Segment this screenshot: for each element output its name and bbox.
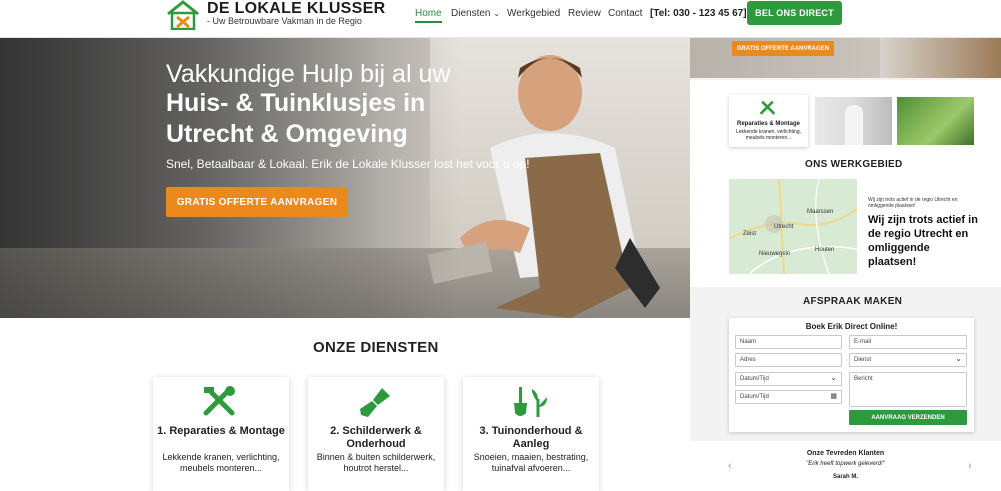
booking-form-title: Boek Erik Direct Online! <box>805 322 898 331</box>
service-area-map[interactable]: Utrecht Zeist Maarssen Nieuwegein Houten <box>729 179 857 274</box>
address-input[interactable]: Adres <box>735 353 842 367</box>
shovel-plant-icon <box>514 387 547 417</box>
name-input[interactable]: Naam <box>735 335 842 349</box>
hero-quote-button[interactable]: GRATIS OFFERTE AANVRAGEN <box>166 187 348 217</box>
map-label-zeist: Zeist <box>743 231 757 237</box>
paintbrush-icon <box>360 388 390 417</box>
map-label-nieuwegein: Nieuwegein <box>759 251 791 257</box>
hero-heading-line1: Vakkundige Hulp bij al uw <box>166 60 451 88</box>
service-card-repairs[interactable]: 1. Reparaties & Montage Lekkende kranen,… <box>153 377 289 491</box>
services-title: ONZE DIENSTEN <box>313 339 439 356</box>
werkgebied-small-text: Wij zijn trots actief in de regio Utrech… <box>868 197 958 209</box>
garden-photo-thumbnail[interactable] <box>897 97 974 145</box>
service-card-desc: Snoeien, maaien, bestrating, tuinafval a… <box>473 452 589 473</box>
testimonials-title: Onze Tevreden Klanten <box>806 450 885 457</box>
logo-tagline: - Uw Betrouwbare Vakman in de Regio <box>207 16 362 26</box>
map-label-utrecht: Utrecht <box>774 224 794 230</box>
service-select[interactable]: Dienst <box>849 353 967 367</box>
preview-hero-photo <box>880 38 1001 78</box>
werkgebied-title: ONS WERKGEBIED <box>805 159 903 170</box>
preview-card-title: Reparaties & Montage <box>736 121 800 127</box>
nav-werkgebied[interactable]: Werkgebied <box>507 8 560 19</box>
datetime-select[interactable]: Datum/Tijd <box>735 372 842 386</box>
service-card-desc: Lekkende kranen, verlichting, meubels mo… <box>162 452 280 473</box>
service-card-garden[interactable]: 3. Tuinonderhoud & Aanleg Snoeien, maaie… <box>463 377 599 491</box>
calendar-icon[interactable]: ▦ <box>830 392 837 400</box>
painting-photo-thumbnail[interactable] <box>815 97 892 145</box>
tools-icon <box>759 100 776 115</box>
hero-heading-line2: Huis- & Tuinklusjes in Utrecht & Omgevin… <box>166 89 426 148</box>
map-label-maarssen: Maarssen <box>807 209 834 215</box>
message-textarea[interactable]: Bericht <box>849 372 967 407</box>
preview-quote-button[interactable]: GRATIS OFFERTE AANVRAGEN <box>732 41 834 56</box>
chevron-down-icon: ⌄ <box>493 9 500 18</box>
submit-request-button[interactable]: AANVRAAG VERZENDEN <box>849 410 967 425</box>
service-card-title: 1. Reparaties & Montage <box>157 425 285 437</box>
preview-service-card[interactable]: Reparaties & Montage Lekkende kranen, ve… <box>729 95 808 147</box>
afspraak-title: AFSPRAAK MAKEN <box>803 296 903 307</box>
service-card-desc: Binnen & buiten schilderwerk, houtrot he… <box>316 452 436 473</box>
nav-diensten[interactable]: Diensten ⌄ <box>451 8 500 19</box>
hero-subtitle: Snel, Betaalbaar & Lokaal. Erik de Lokal… <box>166 157 530 171</box>
testimonial-author: Sarah M. <box>832 474 858 480</box>
testimonial-quote: "Erik heeft topwerk geleverd!" <box>806 461 885 467</box>
site-header: DE LOKALE KLUSSER - Uw Betrouwbare Vakma… <box>0 0 1001 38</box>
service-card-painting[interactable]: 2. Schilderwerk & Onderhoud Binnen & bui… <box>308 377 444 491</box>
nav-home[interactable]: Home <box>415 8 442 23</box>
date-input-label: Datum/Tijd <box>740 394 769 400</box>
call-button[interactable]: BEL ONS DIRECT <box>747 1 842 25</box>
house-tools-logo-icon[interactable] <box>166 0 200 30</box>
phone-number[interactable]: [Tel: 030 - 123 45 67] <box>650 8 747 19</box>
tools-icon <box>203 386 235 416</box>
service-card-title: 2. Schilderwerk & Onderhoud <box>330 425 422 450</box>
nav-review[interactable]: Review <box>568 8 601 19</box>
map-label-houten: Houten <box>815 247 835 253</box>
service-card-title: 3. Tuinonderhoud & Aanleg <box>479 425 583 450</box>
werkgebied-heading: Wij zijn trots actief in de regio Utrech… <box>868 214 978 268</box>
email-input[interactable]: E-mail <box>849 335 967 349</box>
nav-contact[interactable]: Contact <box>608 8 642 19</box>
date-input[interactable]: Datum/Tijd ▦ <box>735 390 842 404</box>
preview-card-desc: Lekkende kranen, verlichting, meubels mo… <box>735 129 802 141</box>
